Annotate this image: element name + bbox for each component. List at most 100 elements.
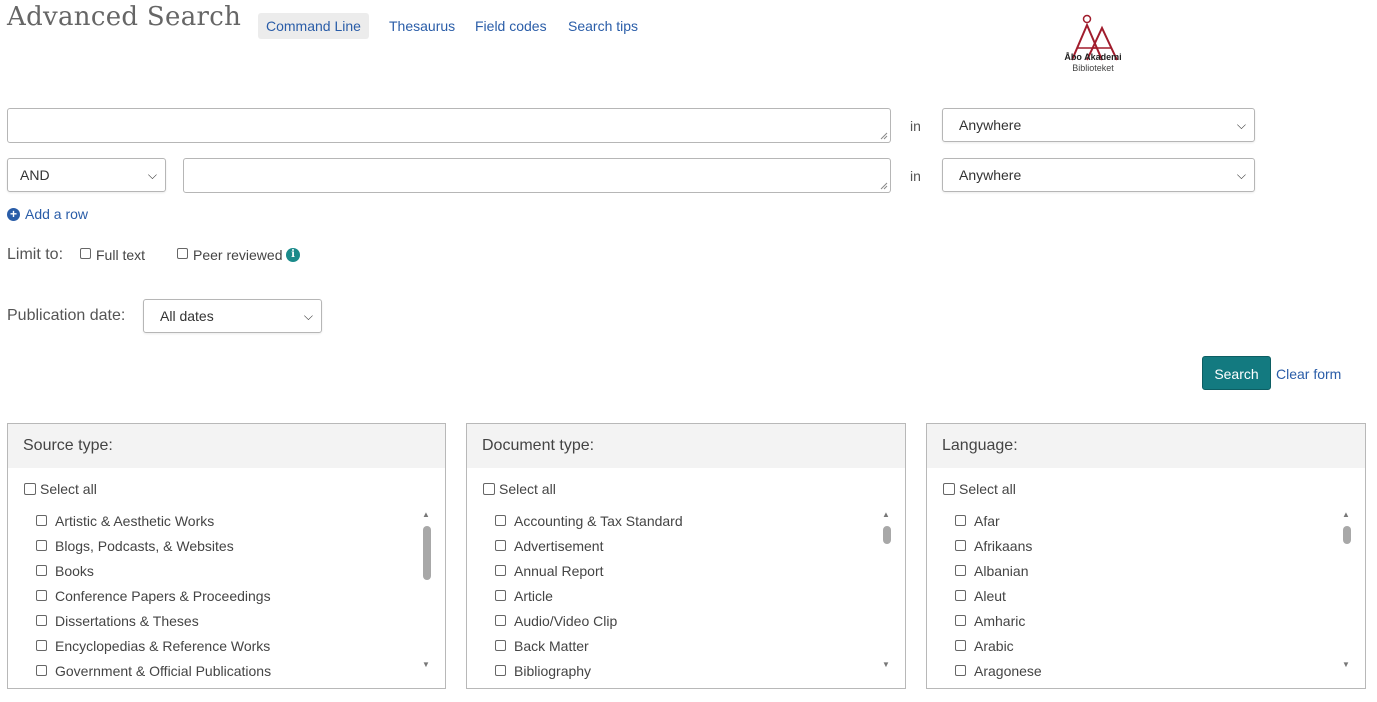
option-label: Blogs, Podcasts, & Websites xyxy=(55,537,234,554)
info-icon[interactable]: i xyxy=(286,248,300,262)
clear-form-link[interactable]: Clear form xyxy=(1276,366,1341,382)
scroll-thumb[interactable] xyxy=(1343,526,1351,544)
option-list: Artistic & Aesthetic Works Blogs, Podcas… xyxy=(36,508,425,683)
list-item[interactable]: Encyclopedias & Reference Works xyxy=(36,633,425,658)
option-list: Accounting & Tax Standard Advertisement … xyxy=(495,508,885,683)
select-all[interactable]: Select all xyxy=(483,481,556,497)
list-item[interactable]: Albanian xyxy=(955,558,1345,583)
option-label: Back Matter xyxy=(514,637,589,654)
tab-field-codes[interactable]: Field codes xyxy=(467,13,555,39)
language-panel: Language: Select all Afar Afrikaans Alba… xyxy=(926,423,1366,689)
full-text-checkbox[interactable] xyxy=(80,248,91,259)
list-item[interactable]: Afrikaans xyxy=(955,533,1345,558)
option-label: Encyclopedias & Reference Works xyxy=(55,637,271,654)
peer-reviewed-checkbox[interactable] xyxy=(177,248,188,259)
source-type-panel: Source type: Select all Artistic & Aesth… xyxy=(7,423,446,689)
option-checkbox[interactable] xyxy=(495,640,506,651)
list-item[interactable]: Aleut xyxy=(955,583,1345,608)
list-item[interactable]: Bibliography xyxy=(495,658,885,683)
select-all-checkbox[interactable] xyxy=(943,483,955,495)
scroll-up-icon[interactable]: ▲ xyxy=(1342,510,1350,520)
option-checkbox[interactable] xyxy=(36,665,47,676)
list-item[interactable]: Amharic xyxy=(955,608,1345,633)
option-checkbox[interactable] xyxy=(36,565,47,576)
option-checkbox[interactable] xyxy=(955,540,966,551)
option-checkbox[interactable] xyxy=(495,515,506,526)
search-button[interactable]: Search xyxy=(1202,356,1271,390)
option-checkbox[interactable] xyxy=(495,565,506,576)
scroll-down-icon[interactable]: ▼ xyxy=(422,660,430,670)
tab-thesaurus[interactable]: Thesaurus xyxy=(381,13,463,39)
search-input-1[interactable] xyxy=(7,108,891,143)
select-all-label: Select all xyxy=(40,481,97,497)
tab-search-tips[interactable]: Search tips xyxy=(560,13,646,39)
list-item[interactable]: Aragonese xyxy=(955,658,1345,683)
page-title: Advanced Search xyxy=(7,2,242,32)
select-all[interactable]: Select all xyxy=(943,481,1016,497)
list-item[interactable]: Back Matter xyxy=(495,633,885,658)
option-checkbox[interactable] xyxy=(495,540,506,551)
scroll-up-icon[interactable]: ▲ xyxy=(882,510,890,520)
scroll-down-icon[interactable]: ▼ xyxy=(882,660,890,670)
search-input-2[interactable] xyxy=(183,158,891,193)
scroll-up-icon[interactable]: ▲ xyxy=(422,510,430,520)
option-checkbox[interactable] xyxy=(955,615,966,626)
list-item[interactable]: Artistic & Aesthetic Works xyxy=(36,508,425,533)
option-checkbox[interactable] xyxy=(495,665,506,676)
list-item[interactable]: Advertisement xyxy=(495,533,885,558)
scrollbar[interactable]: ▲ ▼ xyxy=(421,508,433,670)
resize-grip-icon[interactable] xyxy=(880,182,888,190)
option-checkbox[interactable] xyxy=(36,640,47,651)
option-checkbox[interactable] xyxy=(955,590,966,601)
option-checkbox[interactable] xyxy=(495,590,506,601)
select-all[interactable]: Select all xyxy=(24,481,97,497)
scrollbar[interactable]: ▲ ▼ xyxy=(881,508,893,670)
publication-date-select[interactable]: All dates ⌵ xyxy=(143,299,322,333)
tab-command-line[interactable]: Command Line xyxy=(258,13,369,39)
list-item[interactable]: Audio/Video Clip xyxy=(495,608,885,633)
option-checkbox[interactable] xyxy=(955,515,966,526)
list-item[interactable]: Arabic xyxy=(955,633,1345,658)
option-checkbox[interactable] xyxy=(36,540,47,551)
list-item[interactable]: Afar xyxy=(955,508,1345,533)
option-checkbox[interactable] xyxy=(955,565,966,576)
scroll-thumb[interactable] xyxy=(423,526,431,580)
list-item[interactable]: Blogs, Podcasts, & Websites xyxy=(36,533,425,558)
list-item[interactable]: Books xyxy=(36,558,425,583)
list-item[interactable]: Accounting & Tax Standard xyxy=(495,508,885,533)
option-label: Afar xyxy=(974,512,1000,529)
list-item[interactable]: Dissertations & Theses xyxy=(36,608,425,633)
operator-select[interactable]: AND ⌵ xyxy=(7,158,166,192)
option-label: Albanian xyxy=(974,562,1029,579)
option-checkbox[interactable] xyxy=(36,615,47,626)
option-label: Conference Papers & Proceedings xyxy=(55,587,271,604)
list-item[interactable]: Conference Papers & Proceedings xyxy=(36,583,425,608)
select-all-checkbox[interactable] xyxy=(24,483,36,495)
resize-grip-icon[interactable] xyxy=(880,132,888,140)
option-checkbox[interactable] xyxy=(36,590,47,601)
option-label: Advertisement xyxy=(514,537,604,554)
option-label: Article xyxy=(514,587,553,604)
field-select-2[interactable]: Anywhere ⌵ xyxy=(942,158,1255,192)
select-all-label: Select all xyxy=(499,481,556,497)
scrollbar[interactable]: ▲ ▼ xyxy=(1341,508,1353,670)
list-item[interactable]: Government & Official Publications xyxy=(36,658,425,683)
option-checkbox[interactable] xyxy=(955,640,966,651)
option-label: Aragonese xyxy=(974,662,1042,679)
option-checkbox[interactable] xyxy=(495,615,506,626)
list-item[interactable]: Article xyxy=(495,583,885,608)
scroll-down-icon[interactable]: ▼ xyxy=(1342,660,1350,670)
option-label: Accounting & Tax Standard xyxy=(514,512,683,529)
scroll-thumb[interactable] xyxy=(883,526,891,544)
option-label: Dissertations & Theses xyxy=(55,612,199,629)
option-checkbox[interactable] xyxy=(36,515,47,526)
option-label: Books xyxy=(55,562,94,579)
list-item[interactable]: Annual Report xyxy=(495,558,885,583)
option-label: Afrikaans xyxy=(974,537,1033,554)
panel-title: Language: xyxy=(927,424,1365,468)
option-checkbox[interactable] xyxy=(955,665,966,676)
panel-title: Source type: xyxy=(8,424,445,468)
select-all-checkbox[interactable] xyxy=(483,483,495,495)
field-select-1[interactable]: Anywhere ⌵ xyxy=(942,108,1255,142)
add-row-link[interactable]: + Add a row xyxy=(7,206,88,222)
